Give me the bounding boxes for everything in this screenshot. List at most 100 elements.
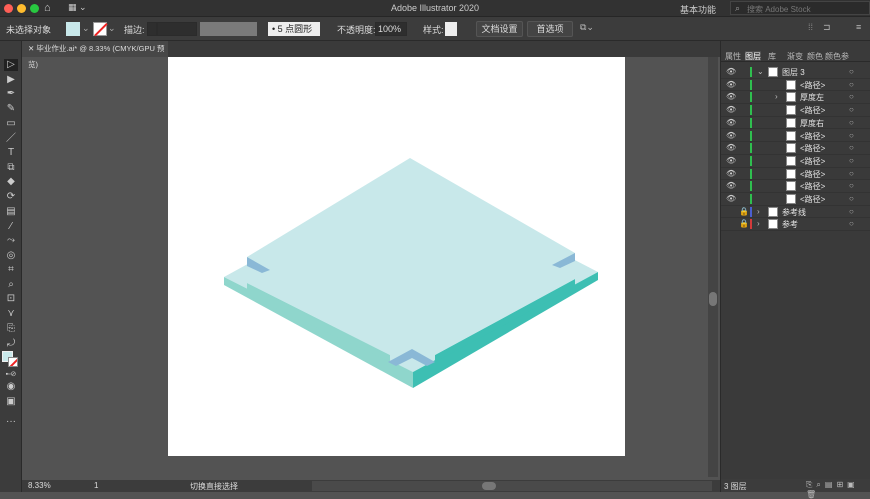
shape-builder-tool-icon[interactable]: ⋎ — [4, 308, 18, 320]
zoom-tool-icon[interactable]: ⌕ — [4, 279, 18, 291]
selection-tool-icon[interactable]: ▷ — [4, 59, 18, 71]
chevron-down-icon[interactable]: ⌄ — [82, 23, 90, 34]
layer-row[interactable]: 👁 <路径> ○ — [721, 79, 870, 92]
target-icon[interactable]: ○ — [849, 92, 854, 101]
eye-icon[interactable]: 👁 — [726, 156, 736, 165]
puppet-warp-tool-icon[interactable]: ⤳ — [4, 235, 18, 247]
target-icon[interactable]: ○ — [849, 219, 854, 228]
pen-tool-icon[interactable]: ✒ — [4, 88, 18, 100]
gradient-tool-icon[interactable]: ▤ — [4, 206, 18, 218]
target-icon[interactable]: ○ — [849, 207, 854, 216]
target-icon[interactable]: ○ — [849, 105, 854, 114]
layer-name: <路径> — [800, 131, 826, 141]
layer-thumbnail — [768, 67, 778, 77]
layer-count: 3 图层 — [724, 482, 747, 491]
eye-icon[interactable]: 👁 — [726, 194, 736, 203]
layer-row[interactable]: 👁 ⌄ 图层 3 ○ — [721, 66, 870, 79]
variable-width-profile[interactable] — [200, 22, 257, 36]
eraser-tool-icon[interactable]: ◆ — [4, 176, 18, 188]
transform-icon[interactable]: ⊐ — [823, 22, 831, 33]
free-transform-tool-icon[interactable]: ⟳ — [4, 191, 18, 203]
target-icon[interactable]: ○ — [849, 131, 854, 140]
artboard-number[interactable]: 1 — [94, 481, 98, 490]
stroke-color-swatch[interactable] — [8, 357, 18, 367]
layer-row[interactable]: 👁 <路径> ○ — [721, 155, 870, 168]
brush-definition[interactable]: • 5 点圆形 — [268, 22, 320, 36]
eye-icon[interactable]: 👁 — [726, 169, 736, 178]
layer-row[interactable]: 👁 <路径> ○ — [721, 130, 870, 143]
stroke-weight-input[interactable] — [157, 22, 197, 36]
layer-row[interactable]: 👁 <路径> ○ — [721, 104, 870, 117]
target-icon[interactable]: ○ — [849, 143, 854, 152]
layer-row[interactable]: 👁 › 厚度左 ○ — [721, 91, 870, 105]
crop-tool-icon[interactable]: ⊡ — [4, 293, 18, 305]
eye-icon[interactable]: 👁 — [726, 67, 736, 76]
document-tab[interactable]: ✕ 毕业作业.ai* @ 8.33% (CMYK/GPU 预览) — [22, 41, 168, 69]
eye-icon[interactable]: 👁 — [726, 118, 736, 127]
eye-icon[interactable]: 👁 — [726, 105, 736, 114]
blend-tool-icon[interactable]: ◎ — [4, 250, 18, 262]
target-icon[interactable]: ○ — [849, 156, 854, 165]
draw-mode-icon[interactable]: ◉ — [4, 381, 18, 393]
lock-icon[interactable]: 🔒 — [739, 207, 749, 216]
eye-icon[interactable]: 👁 — [726, 131, 736, 140]
stroke-none-swatch[interactable] — [93, 22, 108, 37]
direct-selection-tool-icon[interactable]: ▶ — [4, 74, 18, 86]
layer-row[interactable]: 👁 <路径> ○ — [721, 168, 870, 181]
arrange-icon[interactable]: ⧉⌄ — [580, 22, 594, 33]
layer-row[interactable]: 👁 <路径> ○ — [721, 142, 870, 155]
type-tool-icon[interactable]: T — [4, 147, 18, 159]
eye-icon[interactable]: 👁 — [726, 92, 736, 101]
layer-actions-icons[interactable]: ⎘⌕▤⊞▣🗑 — [806, 480, 870, 499]
preferences-button[interactable]: 首选项 — [527, 21, 573, 37]
document-setup-button[interactable]: 文档设置 — [476, 21, 523, 37]
layer-row[interactable]: 👁 厚度右 ○ — [721, 117, 870, 130]
artboard-tool-icon[interactable]: ⌗ — [4, 264, 18, 276]
upper-plate-top — [247, 158, 575, 355]
layer-row[interactable]: 🔒 › 参考线 ○ — [721, 206, 870, 219]
chevron-right-icon[interactable]: › — [757, 219, 760, 228]
close-icon[interactable]: ✕ — [28, 44, 34, 53]
screen-mode-icon[interactable]: ▣ — [4, 396, 18, 408]
swap-colors-icon[interactable]: ⤾ — [4, 338, 18, 350]
menu-icon[interactable]: ≡ — [856, 22, 861, 32]
lock-icon[interactable]: 🔒 — [739, 219, 749, 228]
vertical-scrollbar[interactable] — [708, 57, 718, 477]
layer-row[interactable]: 🔒 › 参考 ○ — [721, 218, 870, 232]
zoom-level[interactable]: 8.33% — [28, 481, 51, 490]
chevron-right-icon[interactable]: › — [775, 92, 778, 101]
target-icon[interactable]: ○ — [849, 80, 854, 89]
curvature-tool-icon[interactable]: ✎ — [4, 103, 18, 115]
eyedropper-tool-icon[interactable]: ⁄ — [4, 221, 18, 233]
chevron-down-icon[interactable]: ⌄ — [108, 23, 116, 34]
eye-icon[interactable]: 👁 — [726, 80, 736, 89]
symbol-tool-icon[interactable]: ⎘ — [4, 323, 18, 335]
color-mode-icon[interactable]: ▪▫⊘ — [4, 369, 18, 381]
chevron-right-icon[interactable]: › — [757, 207, 760, 216]
opacity-input[interactable]: 100% — [375, 22, 407, 36]
more-tools-icon[interactable]: ··· — [4, 416, 18, 428]
target-icon[interactable]: ○ — [849, 67, 854, 76]
workspace-switcher[interactable]: 基本功能 — [680, 3, 716, 16]
eye-icon[interactable]: 👁 — [726, 181, 736, 190]
eye-icon[interactable]: 👁 — [726, 143, 736, 152]
layer-row[interactable]: 👁 <路径> ○ — [721, 180, 870, 193]
artboard[interactable] — [168, 57, 625, 456]
fill-swatch[interactable] — [66, 22, 80, 36]
stroke-stepper[interactable] — [147, 22, 157, 36]
stock-search-input[interactable]: ⌕ 搜索 Adobe Stock — [730, 1, 870, 15]
target-icon[interactable]: ○ — [849, 181, 854, 190]
paintbrush-tool-icon[interactable]: ／ — [4, 133, 18, 145]
scale-tool-icon[interactable]: ⧉ — [4, 162, 18, 174]
rectangle-tool-icon[interactable]: ▭ — [4, 118, 18, 130]
target-icon[interactable]: ○ — [849, 169, 854, 178]
opacity-label: 不透明度: — [337, 25, 376, 35]
layer-row[interactable]: 👁 <路径> ○ — [721, 193, 870, 206]
horizontal-scrollbar[interactable] — [312, 481, 712, 491]
align-icon[interactable]: ⁞⁞ — [808, 22, 813, 32]
chevron-down-icon[interactable]: ⌄ — [757, 67, 764, 76]
target-icon[interactable]: ○ — [849, 194, 854, 203]
target-icon[interactable]: ○ — [849, 118, 854, 127]
graphic-style-swatch[interactable] — [445, 22, 457, 36]
layer-thumbnail — [786, 181, 796, 192]
